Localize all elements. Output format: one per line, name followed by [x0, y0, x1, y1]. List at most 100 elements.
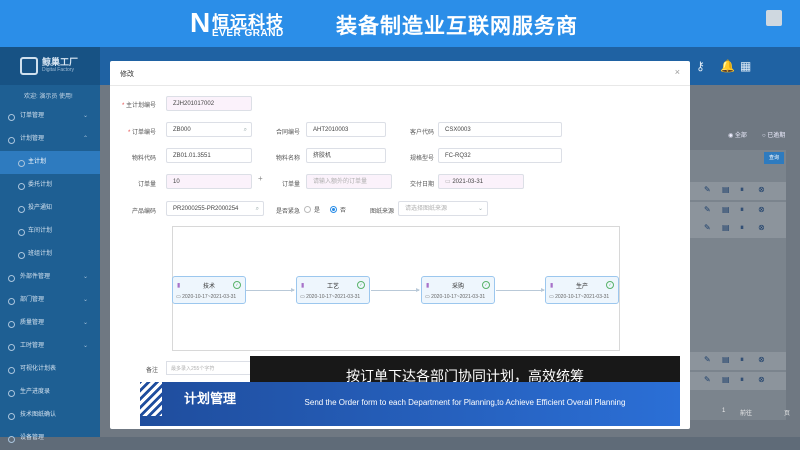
list-icon[interactable]: ▤: [722, 355, 730, 364]
search-icon[interactable]: ⌕: [244, 123, 247, 138]
video-caption: 按订单下达各部门协同计划，高效统筹 计划管理 Send the Order fo…: [140, 356, 680, 426]
edit-icon[interactable]: ✎: [704, 355, 711, 364]
customer-code-label: 客户代码: [409, 130, 434, 136]
list-icon[interactable]: ▤: [722, 375, 730, 384]
close-icon[interactable]: ×: [675, 67, 680, 77]
list-icon[interactable]: ▤: [722, 205, 730, 214]
label-text: 订单编号: [131, 130, 156, 136]
sidebar-item-progress[interactable]: 生产进度录: [0, 381, 100, 404]
master-plan-no-field[interactable]: ZJH201017002: [166, 96, 252, 111]
pause-icon[interactable]: ⏸: [740, 185, 744, 195]
list-icon[interactable]: ▤: [722, 223, 730, 232]
delivery-date-field[interactable]: ▭ 2021-03-31: [438, 174, 524, 189]
flow-node-purchase[interactable]: ▮ 采购 ✓ ▭ 2020-10-17~2021-03-31: [421, 276, 495, 304]
edit-icon[interactable]: ✎: [704, 375, 711, 384]
customer-code-field[interactable]: CSX0003: [438, 122, 562, 137]
order-no-field[interactable]: ZB000 ⌕: [166, 122, 252, 137]
grid-icon[interactable]: ▦: [740, 59, 751, 73]
sidebar-item-external-parts[interactable]: 外部件管理 ⌄: [0, 266, 100, 289]
query-button[interactable]: 查询: [764, 152, 784, 164]
cancel-icon[interactable]: ⊗: [758, 223, 765, 232]
edit-icon[interactable]: ✎: [704, 223, 711, 232]
date-text: 2020-10-17~2021-03-31: [182, 294, 237, 300]
cancel-icon[interactable]: ⊗: [758, 185, 765, 194]
sidebar-item-label: 部门管理: [20, 297, 45, 303]
circle-icon: [18, 183, 25, 190]
sidebar-item-orders[interactable]: 订单管理 ⌄: [0, 105, 100, 128]
chevron-down-icon: ⌄: [82, 343, 88, 349]
cancel-icon[interactable]: ⊗: [758, 355, 765, 364]
menu-icon: [8, 413, 15, 420]
sidebar-item-drawing-confirm[interactable]: 技术图纸确认: [0, 404, 100, 427]
brand-subtitle: Digital Factory: [42, 67, 74, 73]
sidebar-item-work-hours[interactable]: 工时管理 ⌄: [0, 335, 100, 358]
sidebar-item-visual-plan[interactable]: 可视化计划表: [0, 358, 100, 381]
pause-icon[interactable]: ⏸: [740, 205, 744, 215]
order-qty-extra-field[interactable]: 请输入额外的订单量: [306, 174, 392, 189]
chevron-down-icon: ⌄: [477, 206, 483, 212]
sidebar-item-workshop-plan[interactable]: 车间计划: [0, 220, 100, 243]
urgent-yes-radio[interactable]: 是: [304, 205, 320, 214]
filter-all-radio[interactable]: ◉ 全部: [728, 130, 747, 139]
field-value: 请选择图纸来源: [405, 206, 448, 212]
cancel-icon[interactable]: ⊗: [758, 375, 765, 384]
flow-node-production[interactable]: ▮ 生产 ✓ ▭ 2020-10-17~2021-03-31: [545, 276, 619, 304]
product-code-field[interactable]: PR2000255-PR2000254 ⌕: [166, 201, 264, 216]
master-plan-no-label: * 主计划编号: [121, 103, 156, 109]
drawing-source-select[interactable]: 请选择图纸来源 ⌄: [398, 201, 488, 216]
contract-no-label: 合同编号: [275, 130, 300, 136]
menu-icon: [8, 436, 15, 443]
urgent-no-radio[interactable]: 否: [330, 205, 346, 214]
delivery-date-label: 交付日期: [409, 182, 434, 188]
bell-icon[interactable]: 🔔: [720, 59, 735, 73]
sidebar-item-planning[interactable]: 计划管理 ⌃: [0, 128, 100, 151]
spec-model-field[interactable]: FC-RQ32: [438, 148, 562, 163]
caption-en: Send the Order form to each Department f…: [304, 398, 626, 407]
sidebar: 鲸巢工厂 Digital Factory 欢迎: 演示员 使用! 订单管理 ⌄ 计…: [0, 47, 100, 443]
edit-icon[interactable]: ✎: [704, 185, 711, 194]
sidebar-item-production-notice[interactable]: 投产通知: [0, 197, 100, 220]
edit-icon[interactable]: ✎: [704, 205, 711, 214]
field-value: PR2000255-PR2000254: [173, 206, 239, 212]
flow-link: [496, 288, 545, 292]
radio-circle: [330, 206, 337, 213]
radio-label: 是: [314, 208, 321, 214]
sidebar-item-quality[interactable]: 质量管理 ⌄: [0, 312, 100, 335]
sidebar-item-equipment[interactable]: 设备管理: [0, 427, 100, 450]
search-icon[interactable]: ⌕: [256, 202, 259, 217]
pager-page[interactable]: 1: [722, 408, 725, 414]
label-text: 主计划编号: [125, 103, 156, 109]
field-value: ZB000: [173, 127, 191, 133]
cancel-icon[interactable]: ⊗: [758, 205, 765, 214]
user-key-icon[interactable]: ⚷: [696, 59, 705, 73]
sidebar-item-master-plan[interactable]: 主计划: [0, 151, 100, 174]
menu-icon: [8, 390, 15, 397]
flow-link: [371, 288, 420, 292]
flow-node-tech[interactable]: ▮ 技术 ✓ ▭ 2020-10-17~2021-03-31: [172, 276, 246, 304]
sidebar-item-departments[interactable]: 部门管理 ⌄: [0, 289, 100, 312]
pager-goto: 前往: [740, 411, 753, 417]
modal-title: 修改: [120, 71, 134, 78]
contract-no-field[interactable]: AHT2010003: [306, 122, 386, 137]
circle-icon: [18, 206, 25, 213]
list-icon[interactable]: ▤: [722, 185, 730, 194]
material-name-field[interactable]: 挤胶机: [306, 148, 386, 163]
pause-icon[interactable]: ⏸: [740, 355, 744, 365]
check-icon: ✓: [606, 281, 614, 289]
sidebar-item-outsource-plan[interactable]: 委托计划: [0, 174, 100, 197]
sidebar-item-label: 车间计划: [28, 228, 53, 234]
pause-icon[interactable]: ⏸: [740, 223, 744, 233]
sidebar-item-team-plan[interactable]: 班组计划: [0, 243, 100, 266]
material-code-field[interactable]: ZB01.01.3551: [166, 148, 252, 163]
avatar[interactable]: [766, 10, 782, 26]
chevron-down-icon: ⌄: [82, 297, 88, 303]
sidebar-item-label: 班组计划: [28, 251, 53, 257]
pause-icon[interactable]: ⏸: [740, 375, 744, 385]
filter-overdue-radio[interactable]: ○ 已逾期: [762, 130, 785, 139]
table-row: ✎ ▤ ⏸ ⊗: [690, 202, 786, 220]
radio-circle: [304, 206, 311, 213]
flow-node-process[interactable]: ▮ 工艺 ✓ ▭ 2020-10-17~2021-03-31: [296, 276, 370, 304]
plus-icon[interactable]: +: [258, 174, 263, 183]
menu-icon: [8, 275, 15, 282]
order-qty-field[interactable]: 10: [166, 174, 252, 189]
